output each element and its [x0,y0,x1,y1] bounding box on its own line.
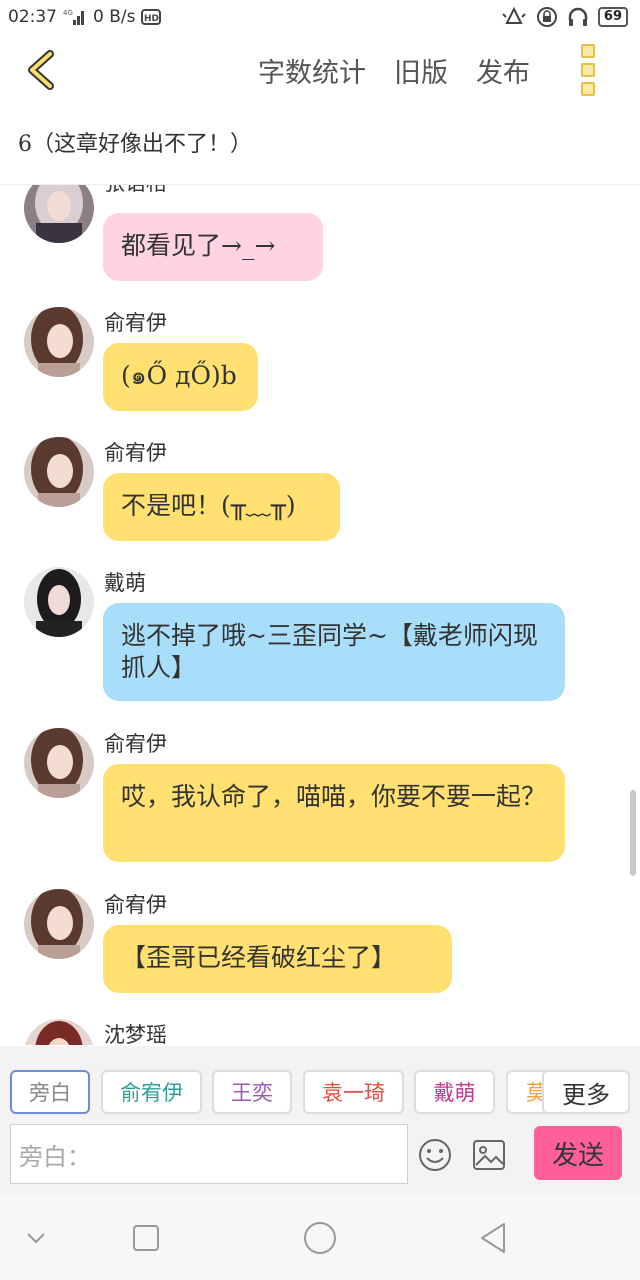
publish-button[interactable]: 发布 [476,51,530,90]
triangle-back-icon [481,1223,505,1253]
role-chip[interactable]: 戴萌 [414,1070,495,1114]
message-input[interactable]: 旁白： [10,1124,408,1184]
message-bubble[interactable]: 都看见了→_→ [103,213,323,281]
sender-name: 沈梦瑶 [104,1023,167,1045]
scrollbar[interactable] [630,790,636,876]
back-button[interactable] [20,48,64,92]
sender-name: 俞宥伊 [104,732,167,756]
composer-panel: 旁白 俞宥伊 王奕 袁一琦 戴萌 莫 更多 旁白： 发送 [0,1046,640,1194]
message-bubble[interactable]: 【歪哥已经看破红尘了】 [103,925,452,993]
role-chip[interactable]: 王奕 [212,1070,292,1114]
chevron-down-icon [27,1233,45,1244]
svg-text:4G: 4G [63,9,73,17]
status-left: 02:37 4G 0 B/s HD [8,7,162,27]
more-dot-icon [581,44,595,58]
sender-name: 俞宥伊 [104,441,167,465]
chat-list[interactable]: 张语格 都看见了→_→ 俞宥伊 (๑Ő дŐ)b 俞宥伊 不是吧！(╥﹏╥) 戴… [0,185,640,1045]
vibrate-icon [501,6,527,28]
avatar[interactable] [24,728,94,798]
sender-name: 张语格 [104,185,167,197]
nav-back-button[interactable] [474,1218,514,1258]
word-count-button[interactable]: 字数统计 [258,51,366,90]
message-bubble[interactable]: 不是吧！(╥﹏╥) [103,473,340,541]
role-chip-narrator[interactable]: 旁白 [10,1070,90,1114]
nav-collapse-button[interactable] [16,1218,56,1258]
avatar[interactable] [24,185,94,243]
battery-indicator: 69 [597,7,628,27]
svg-text:HD: HD [144,14,159,24]
more-dot-icon [581,82,595,96]
role-chip[interactable]: 俞宥伊 [101,1070,202,1114]
status-right: 69 [501,6,628,28]
smiley-icon [419,1139,451,1171]
avatar[interactable] [24,889,94,959]
square-icon [133,1225,159,1251]
sender-name: 戴萌 [104,571,146,595]
message-bubble[interactable]: 逃不掉了哦~三歪同学~【戴老师闪现抓人】 [103,603,565,701]
circle-icon [304,1222,336,1254]
avatar[interactable] [24,307,94,377]
top-actions: 字数统计 旧版 发布 [258,48,530,92]
network-speed: 0 B/s [93,7,136,27]
more-roles-button[interactable]: 更多 [542,1070,630,1114]
emoji-button[interactable] [418,1138,452,1172]
avatar[interactable] [24,1019,94,1045]
image-button[interactable] [472,1139,506,1171]
headphone-icon [567,6,589,28]
status-time: 02:37 [8,7,57,27]
image-icon [473,1140,505,1170]
more-menu-button[interactable] [576,44,600,96]
chevron-left-icon [28,50,54,90]
message-bubble[interactable]: 哎，我认命了，喵喵，你要不要一起？ [103,764,565,862]
old-version-button[interactable]: 旧版 [394,51,448,90]
message-bubble[interactable]: (๑Ő дŐ)b [103,343,258,411]
more-dot-icon [581,63,595,77]
avatar[interactable] [24,437,94,507]
chapter-title: 6（这章好像出不了！） [18,132,252,157]
send-button[interactable]: 发送 [534,1126,622,1180]
role-chip[interactable]: 袁一琦 [303,1070,404,1114]
status-bar: 02:37 4G 0 B/s HD 69 [0,0,640,34]
hd-icon: HD [141,8,162,26]
top-app-bar: 字数统计 旧版 发布 [0,34,640,106]
system-nav-bar [0,1194,640,1280]
sender-name: 俞宥伊 [104,311,167,335]
nav-recents-button[interactable] [126,1218,166,1258]
sender-name: 俞宥伊 [104,893,167,917]
nav-home-button[interactable] [300,1218,340,1258]
lock-rotation-icon [536,6,558,28]
avatar[interactable] [24,567,94,637]
signal-icon: 4G [63,8,87,26]
